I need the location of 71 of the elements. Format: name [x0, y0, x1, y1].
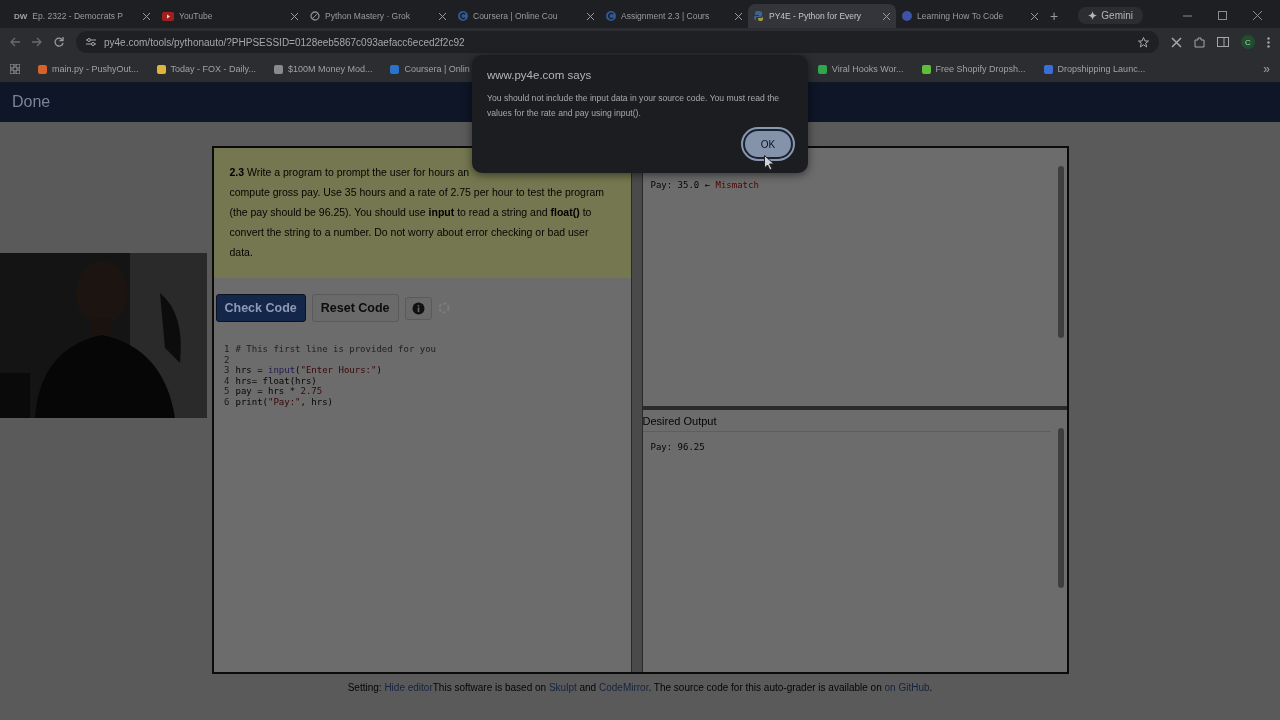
circle-slash-icon — [310, 11, 320, 21]
browser-tab[interactable]: Assignment 2.3 | Cours — [600, 4, 748, 28]
side-panel-icon[interactable] — [1217, 37, 1229, 47]
line-number: 3 — [223, 365, 230, 376]
close-icon[interactable] — [1031, 12, 1038, 20]
play-icon — [162, 11, 174, 21]
ok-button[interactable]: OK — [743, 129, 793, 159]
more-bookmarks-button[interactable]: » — [1263, 62, 1270, 76]
gemini-button[interactable]: Gemini — [1078, 7, 1143, 24]
info-button[interactable] — [404, 296, 432, 320]
bookmark[interactable]: Coursera | Onlin — [390, 64, 470, 74]
close-icon[interactable] — [439, 12, 446, 20]
letter-c-icon — [606, 11, 616, 21]
close-icon[interactable] — [291, 12, 298, 20]
browser-tab[interactable]: DW Ep. 2322 - Democrats P — [8, 4, 156, 28]
tab-favicon: DW — [14, 11, 28, 21]
extension-icon[interactable] — [1171, 36, 1182, 48]
browser-tab[interactable]: Learning How To Code — [896, 4, 1044, 28]
python-icon — [754, 11, 764, 21]
browser-tab[interactable]: Coursera | Online Cou — [452, 4, 600, 28]
line-number: 4 — [223, 375, 230, 386]
star-icon[interactable] — [1138, 36, 1149, 48]
browser-tab[interactable]: YouTube — [156, 4, 304, 28]
site-settings-icon[interactable] — [86, 37, 96, 47]
problem-text: convert the string to a number. Do not worry about error checking or bad user — [229, 225, 590, 240]
letter-c-icon — [458, 11, 468, 21]
bookmark-title: Viral Hooks Wor... — [831, 64, 904, 74]
reload-icon[interactable] — [54, 37, 64, 47]
info-icon — [411, 301, 425, 315]
desired-output-text: Pay: 96.25 — [650, 442, 705, 452]
line-number: 5 — [223, 386, 230, 397]
code-line: pay = hrs * 2.75 — [235, 386, 323, 397]
close-icon[interactable] — [883, 12, 890, 20]
circle-icon — [902, 11, 912, 21]
apps-grid-icon[interactable] — [10, 64, 20, 74]
sparkle-icon — [1088, 11, 1098, 20]
forward-icon[interactable] — [32, 37, 42, 47]
address-bar[interactable]: py4e.com/tools/pythonauto/?PHPSESSID=0128eeb5867c093aefacc6eced2f2c92 — [76, 31, 1159, 53]
url-text: py4e.com/tools/pythonauto/?PHPSESSID=0128eeb5867c093aefacc6eced2f2c92 — [104, 36, 466, 48]
problem-text: compute gross pay. Use 35 hours and a rate of 2.75 per hour to test the program — [229, 185, 606, 200]
dialog-message: You should not include the input data in your source code. You must read the values for the rate and pay using input(). — [487, 92, 781, 120]
header-title: Done — [12, 93, 51, 111]
maximize-icon[interactable] — [1218, 11, 1227, 20]
problem-text: 2.3 Write a program to prompt the user for hours an — [229, 165, 471, 180]
back-icon[interactable] — [10, 37, 20, 47]
code-line: hrs = input("Enter Hours:") — [235, 365, 382, 376]
line-number: 6 — [223, 396, 230, 407]
code-line: # This first line is provided for you — [235, 344, 436, 355]
problem-text: (the pay should be 96.25). You should use input to read a string and float() to — [229, 205, 593, 220]
problem-text: data. — [229, 245, 254, 260]
close-icon[interactable] — [1253, 11, 1262, 20]
bookmark-title: Coursera | Onlin — [404, 64, 470, 74]
close-icon[interactable] — [143, 12, 150, 20]
line-number: 2 — [223, 354, 230, 365]
close-icon[interactable] — [587, 12, 594, 20]
pane-title: Desired Output — [642, 414, 717, 429]
footer-text: Setting: Hide editorThis software is based on Skulpt and CodeMirror. The source code for this auto-grader is available on on GitHub. — [347, 682, 933, 693]
browser-tab[interactable]: PY4E - Python for Every — [748, 4, 896, 28]
check-code-button[interactable]: Check Code — [215, 294, 306, 322]
close-icon[interactable] — [735, 12, 742, 20]
menu-icon[interactable] — [1267, 36, 1270, 48]
line-number: 1 — [223, 344, 230, 355]
output-text: Pay: 35.0 ← Mismatch — [650, 180, 759, 190]
new-tab-button[interactable]: + — [1050, 8, 1059, 24]
profile-avatar[interactable]: C — [1241, 35, 1255, 49]
dialog-title: www.py4e.com says — [487, 69, 593, 81]
browser-tab[interactable]: Python Mastery · Grok — [304, 4, 452, 28]
reset-code-button[interactable]: Reset Code — [311, 294, 399, 322]
code-line: print("Pay:", hrs) — [235, 396, 334, 407]
bookmark[interactable]: Viral Hooks Wor... — [817, 64, 904, 74]
code-line: hrs= float(hrs) — [235, 375, 317, 386]
